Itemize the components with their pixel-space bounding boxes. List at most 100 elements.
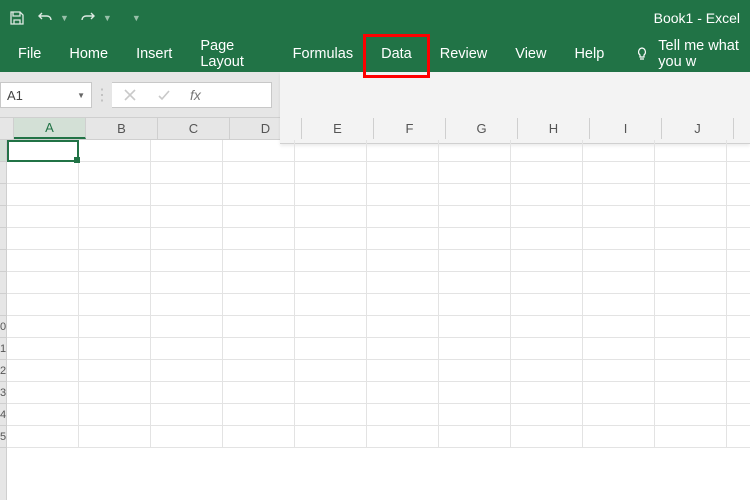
cell[interactable] <box>295 184 367 206</box>
cell[interactable] <box>223 316 295 338</box>
cell[interactable] <box>655 140 727 162</box>
row-header[interactable] <box>0 206 6 228</box>
row-header[interactable]: 1 <box>0 338 6 360</box>
cell[interactable] <box>511 338 583 360</box>
tab-help[interactable]: Help <box>560 36 618 72</box>
cell[interactable] <box>295 294 367 316</box>
undo-icon[interactable] <box>36 9 54 27</box>
cell[interactable] <box>295 140 367 162</box>
column-header[interactable]: E <box>302 118 374 139</box>
cell[interactable] <box>223 250 295 272</box>
cell[interactable] <box>7 206 79 228</box>
cell[interactable] <box>79 404 151 426</box>
cell[interactable] <box>511 184 583 206</box>
cell[interactable] <box>583 162 655 184</box>
cell[interactable] <box>367 338 439 360</box>
cell[interactable] <box>439 338 511 360</box>
cell[interactable] <box>7 140 79 162</box>
cell[interactable] <box>295 426 367 448</box>
tab-formulas[interactable]: Formulas <box>279 36 367 72</box>
cell[interactable] <box>151 184 223 206</box>
cell[interactable] <box>7 228 79 250</box>
cell[interactable] <box>223 206 295 228</box>
tab-page-layout[interactable]: Page Layout <box>186 36 278 72</box>
tab-insert[interactable]: Insert <box>122 36 186 72</box>
enter-icon[interactable] <box>156 87 172 103</box>
cell[interactable] <box>583 426 655 448</box>
cell[interactable] <box>439 294 511 316</box>
row-header[interactable]: 3 <box>0 382 6 404</box>
cell[interactable] <box>583 360 655 382</box>
cell[interactable] <box>223 426 295 448</box>
cell[interactable] <box>655 426 727 448</box>
cell[interactable] <box>583 140 655 162</box>
cell[interactable] <box>223 272 295 294</box>
cell[interactable] <box>151 250 223 272</box>
cell[interactable] <box>727 228 750 250</box>
cell[interactable] <box>151 272 223 294</box>
cell[interactable] <box>295 382 367 404</box>
fx-label[interactable]: fx <box>190 87 201 103</box>
cell[interactable] <box>439 162 511 184</box>
cell[interactable] <box>151 382 223 404</box>
cell[interactable] <box>583 184 655 206</box>
cell[interactable] <box>367 426 439 448</box>
cell[interactable] <box>583 206 655 228</box>
cell[interactable] <box>727 404 750 426</box>
cell[interactable] <box>79 338 151 360</box>
cell[interactable] <box>295 250 367 272</box>
column-header[interactable]: H <box>518 118 590 139</box>
cell[interactable] <box>295 404 367 426</box>
cell[interactable] <box>727 316 750 338</box>
cell[interactable] <box>583 294 655 316</box>
cell[interactable] <box>223 360 295 382</box>
cell[interactable] <box>583 382 655 404</box>
cell[interactable] <box>7 316 79 338</box>
column-header[interactable]: J <box>662 118 734 139</box>
cell[interactable] <box>727 162 750 184</box>
row-header[interactable] <box>0 250 6 272</box>
cell[interactable] <box>511 404 583 426</box>
cell[interactable] <box>367 228 439 250</box>
cell[interactable] <box>151 316 223 338</box>
cell[interactable] <box>583 338 655 360</box>
tab-home[interactable]: Home <box>55 36 122 72</box>
cell[interactable] <box>439 140 511 162</box>
cell[interactable] <box>583 272 655 294</box>
cell[interactable] <box>151 404 223 426</box>
cell[interactable] <box>7 426 79 448</box>
cell[interactable] <box>7 184 79 206</box>
cell[interactable] <box>511 206 583 228</box>
cell[interactable] <box>223 162 295 184</box>
cell[interactable] <box>367 382 439 404</box>
cell[interactable] <box>151 140 223 162</box>
cell[interactable] <box>367 316 439 338</box>
cell[interactable] <box>295 360 367 382</box>
undo-dropdown-icon[interactable]: ▼ <box>60 13 69 23</box>
cell[interactable] <box>367 206 439 228</box>
cell[interactable] <box>367 250 439 272</box>
cell[interactable] <box>7 294 79 316</box>
cell[interactable] <box>79 184 151 206</box>
row-header[interactable] <box>0 162 6 184</box>
cell[interactable] <box>79 206 151 228</box>
tab-data[interactable]: Data <box>367 36 426 72</box>
cell[interactable] <box>439 426 511 448</box>
cell[interactable] <box>655 206 727 228</box>
cell[interactable] <box>223 184 295 206</box>
cell[interactable] <box>655 228 727 250</box>
column-header[interactable]: G <box>446 118 518 139</box>
row-header[interactable] <box>0 272 6 294</box>
row-header[interactable] <box>0 140 6 162</box>
cell[interactable] <box>511 140 583 162</box>
cell[interactable] <box>223 382 295 404</box>
cell[interactable] <box>79 426 151 448</box>
cell[interactable] <box>511 250 583 272</box>
cell[interactable] <box>367 184 439 206</box>
cell[interactable] <box>727 360 750 382</box>
cell[interactable] <box>295 272 367 294</box>
row-header[interactable]: 0 <box>0 316 6 338</box>
redo-icon[interactable] <box>79 9 97 27</box>
cell[interactable] <box>151 162 223 184</box>
tab-view[interactable]: View <box>501 36 560 72</box>
